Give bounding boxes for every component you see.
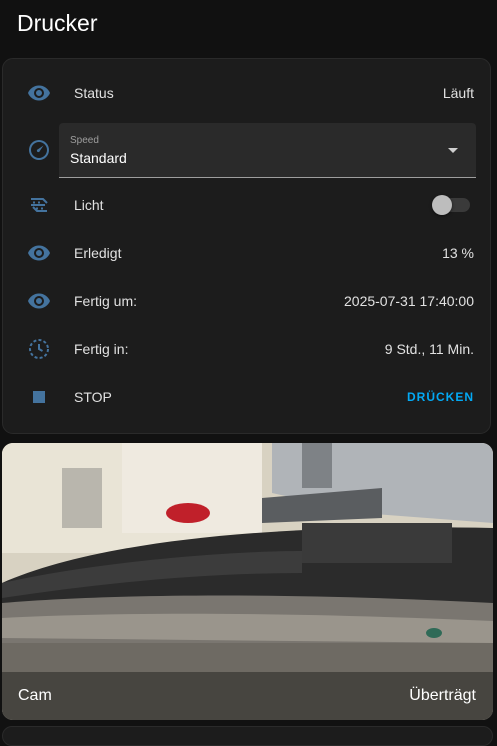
done-label: Erledigt xyxy=(74,245,122,261)
next-card-edge xyxy=(2,726,493,746)
stop-label: STOP xyxy=(74,389,112,405)
light-toggle[interactable] xyxy=(432,195,470,215)
status-row[interactable]: Status Läuft xyxy=(3,73,490,113)
press-button[interactable]: DRÜCKEN xyxy=(407,390,474,404)
done-value: 13 % xyxy=(442,245,474,261)
camera-name: Cam xyxy=(18,687,52,704)
finish-at-row[interactable]: Fertig um: 2025-07-31 17:40:00 xyxy=(3,281,490,321)
led-strip-icon xyxy=(27,193,51,217)
light-label: Licht xyxy=(74,197,104,213)
eye-icon xyxy=(27,81,51,105)
finish-in-label: Fertig in: xyxy=(74,341,129,357)
camera-state: Überträgt xyxy=(409,687,476,704)
done-row[interactable]: Erledigt 13 % xyxy=(3,233,490,273)
speed-select[interactable]: Speed Standard xyxy=(59,123,476,178)
toggle-thumb xyxy=(432,195,452,215)
stop-row: STOP DRÜCKEN xyxy=(3,377,490,417)
finish-in-row[interactable]: Fertig in: 9 Std., 11 Min. xyxy=(3,329,490,369)
eye-icon xyxy=(27,241,51,265)
light-row: Licht xyxy=(3,185,490,225)
printer-entities-card: Status Läuft Speed Standard Licht Erledi… xyxy=(2,58,491,434)
status-value: Läuft xyxy=(442,85,474,101)
speed-select-label: Speed xyxy=(70,135,99,146)
finish-at-value: 2025-07-31 17:40:00 xyxy=(344,293,474,309)
timer-icon xyxy=(27,337,51,361)
camera-card[interactable]: Cam Überträgt xyxy=(2,443,493,720)
speed-select-value: Standard xyxy=(70,150,127,166)
dropdown-arrow-icon xyxy=(448,148,458,153)
eye-icon xyxy=(27,289,51,313)
finish-in-value: 9 Std., 11 Min. xyxy=(384,341,474,357)
status-label: Status xyxy=(74,85,114,101)
stop-icon xyxy=(27,385,51,409)
section-title: Drucker xyxy=(17,10,98,36)
finish-at-label: Fertig um: xyxy=(74,293,138,309)
camera-footer: Cam Überträgt xyxy=(2,672,493,720)
speedometer-icon xyxy=(27,138,51,162)
